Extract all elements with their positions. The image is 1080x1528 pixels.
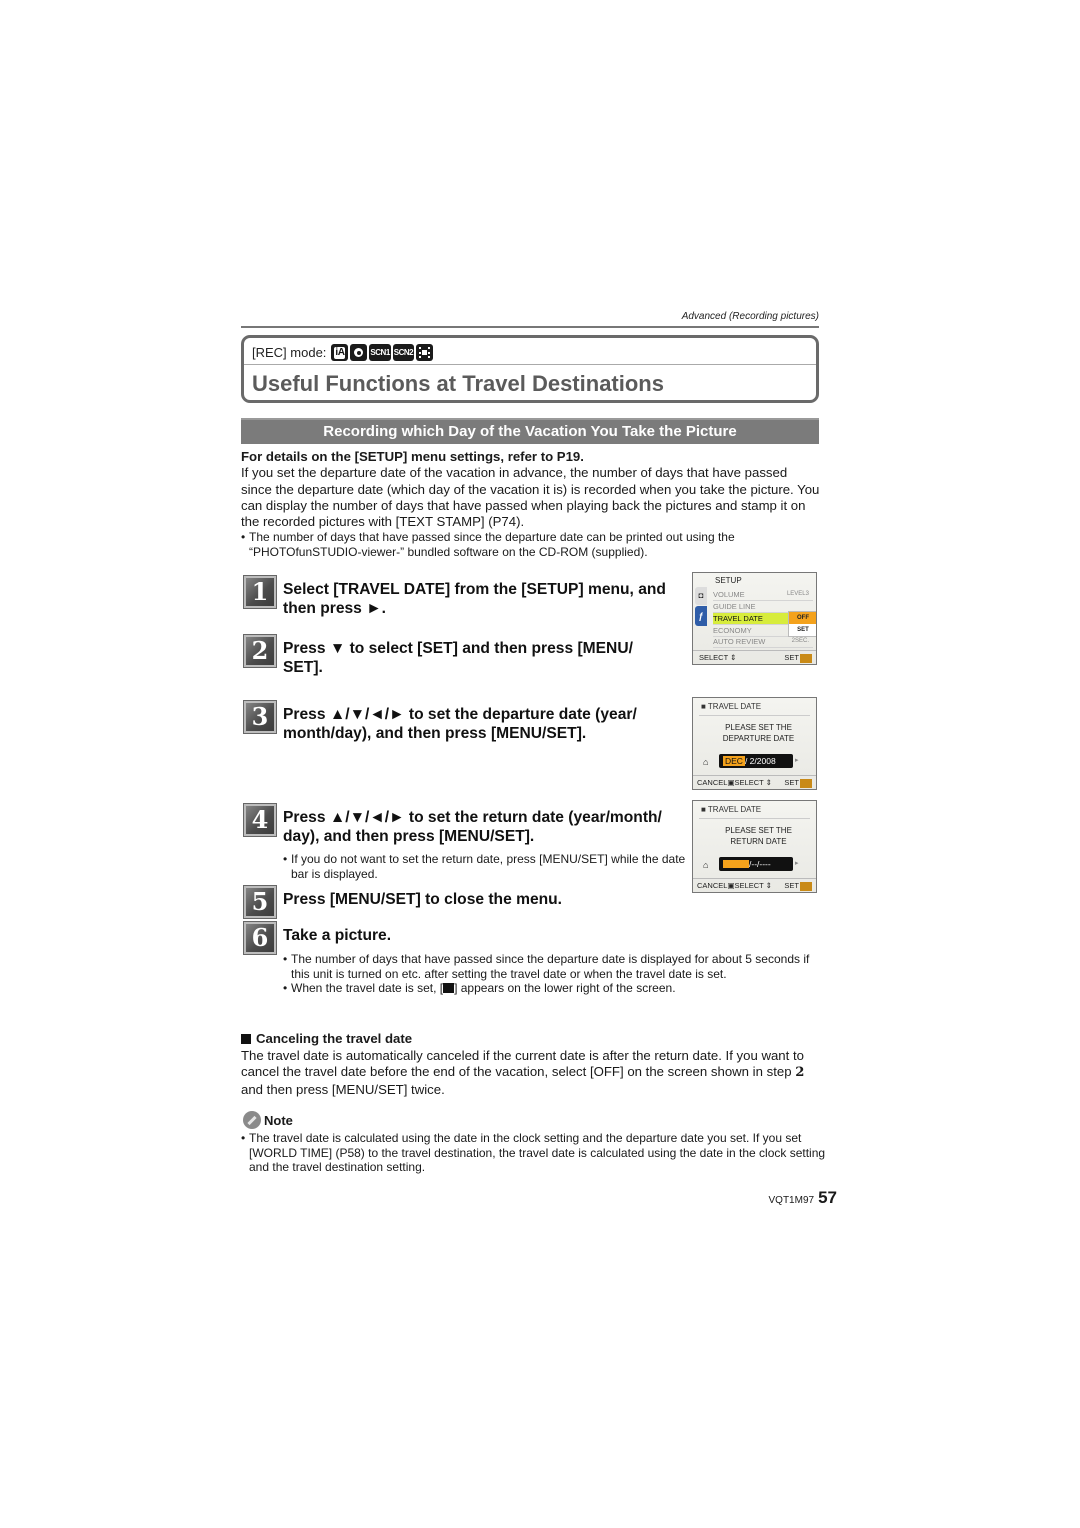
step-6-note-2: When the travel date is set, [] appears … — [283, 981, 813, 996]
menu-set-icon — [800, 778, 812, 788]
suitcase-icon: ■ — [701, 805, 706, 814]
motion-picture-mode-icon — [416, 344, 434, 361]
menu-set-icon — [800, 653, 812, 663]
setup-menu-title: SETUP — [715, 576, 742, 585]
title-rule — [699, 715, 810, 716]
step-4-text: Press ▲/▼/◄/► to set the return date (ye… — [283, 809, 662, 845]
return-date-bar: /--/---- — [719, 857, 793, 871]
updown-icon: ⇕ — [765, 778, 772, 787]
step-6-badge: 6 — [243, 921, 277, 955]
canceling-body: The travel date is automatically cancele… — [241, 1048, 805, 1097]
popup-option-off: OFF — [789, 612, 816, 624]
menu-row-travel-date: TRAVEL DATE — [713, 613, 788, 625]
return-message: PLEASE SET THE RETURN DATE — [725, 826, 792, 846]
setup-screen-footer: SELECT ⇕ SET — [693, 650, 816, 664]
return-date-screen: ■ TRAVEL DATE PLEASE SET THE RETURN DATE… — [692, 800, 817, 893]
right-arrow-icon: ▸ — [795, 757, 799, 764]
title-box: [REC] mode: iA SCN1 SCN2 Useful Function… — [241, 335, 819, 403]
step-1-badge: 1 — [243, 575, 277, 609]
title-divider — [244, 364, 816, 365]
scene1-mode-icon: SCN1 — [369, 344, 391, 361]
menu-set-icon — [800, 881, 812, 891]
square-bullet-icon — [241, 1034, 251, 1044]
step-6-notes: The number of days that have passed sinc… — [283, 952, 813, 996]
updown-icon: ⇕ — [730, 653, 737, 662]
section-caption: Advanced (Recording pictures) — [681, 311, 819, 322]
step-3-text: Press ▲/▼/◄/► to set the departure date … — [283, 706, 637, 742]
year-field-highlight — [723, 859, 749, 868]
intro-lead: For details on the [SETUP] menu settings… — [241, 449, 584, 464]
popup-option-set: SET — [797, 627, 809, 633]
step-2-text: Press ▼ to select [SET] and then press [… — [283, 640, 633, 676]
scene2-mode-icon: SCN2 — [392, 344, 415, 361]
step-1-text: Select [TRAVEL DATE] from the [SETUP] me… — [283, 581, 666, 617]
departure-screen-footer: CANCEL▣SELECT ⇕ SET — [693, 775, 816, 789]
departure-message: PLEASE SET THE DEPARTURE DATE — [722, 723, 795, 743]
return-screen-footer: CANCEL▣SELECT ⇕ SET — [693, 878, 816, 892]
updown-icon: ⇕ — [765, 881, 772, 890]
canceling-heading: Canceling the travel date — [241, 1031, 412, 1046]
step-6-note-1: The number of days that have passed sinc… — [283, 952, 813, 981]
wrench-tab-icon: ƒ — [695, 606, 707, 626]
home-icon: ⌂ — [703, 860, 709, 870]
home-icon: ⌂ — [703, 757, 709, 767]
step-2-badge: 2 — [243, 634, 277, 668]
travel-date-popup: OFF SET — [788, 611, 816, 637]
departure-date-screen: ■ TRAVEL DATE PLEASE SET THE DEPARTURE D… — [692, 697, 817, 790]
mode-icons: iA SCN1 SCN2 — [331, 344, 434, 361]
suitcase-icon: ■ — [701, 702, 706, 711]
camera-tab-icon: ◘ — [695, 587, 707, 605]
setup-menu-screen: ◘ ƒ SETUP VOLUME LEVEL3 GUIDE LINE TRAVEL… — [692, 572, 817, 665]
pencil-note-icon — [243, 1111, 261, 1129]
departure-date-bar: DEC/ 2/2008 — [719, 754, 793, 768]
intelligent-auto-mode-icon: iA — [331, 344, 349, 361]
intro: For details on the [SETUP] menu settings… — [241, 449, 821, 559]
suitcase-icon — [443, 983, 455, 993]
menu-tabs: ◘ ƒ — [693, 573, 707, 651]
step-6-text: Take a picture. — [283, 927, 392, 944]
step-4-badge: 4 — [243, 803, 277, 837]
note-heading: Note — [243, 1111, 293, 1129]
menu-row-auto-review: AUTO REVIEW 2SEC. — [713, 636, 813, 648]
normal-picture-mode-icon — [350, 344, 368, 361]
travel-date-title: ■ TRAVEL DATE — [701, 702, 762, 711]
rec-mode-line: [REC] mode: iA SCN1 SCN2 — [252, 344, 434, 361]
note-body: The travel date is calculated using the … — [241, 1131, 829, 1175]
step-4-note: If you do not want to set the return dat… — [283, 852, 691, 881]
intro-body: If you set the departure date of the vac… — [241, 465, 820, 530]
intro-bullet: The number of days that have passed sinc… — [241, 530, 821, 559]
travel-date-title: ■ TRAVEL DATE — [701, 805, 762, 814]
header-divider — [241, 326, 819, 328]
step-5-badge: 5 — [243, 885, 277, 919]
step-5-text: Press [MENU/SET] to close the menu. — [283, 891, 563, 908]
page-title: Useful Functions at Travel Destinations — [252, 371, 664, 396]
model-code: VQT1M97 — [768, 1195, 815, 1206]
trash-icon: ▣ — [727, 778, 735, 787]
title-rule — [699, 818, 810, 819]
menu-row-volume: VOLUME LEVEL3 — [713, 589, 813, 601]
page-footer: VQT1M97 57 — [241, 1188, 838, 1208]
step-3-badge: 3 — [243, 700, 277, 734]
page-number: 57 — [818, 1188, 837, 1207]
rec-mode-label: [REC] mode: — [252, 345, 327, 360]
trash-icon: ▣ — [727, 881, 735, 890]
right-arrow-icon: ▸ — [795, 860, 799, 867]
section-heading: Recording which Day of the Vacation You … — [241, 418, 819, 444]
